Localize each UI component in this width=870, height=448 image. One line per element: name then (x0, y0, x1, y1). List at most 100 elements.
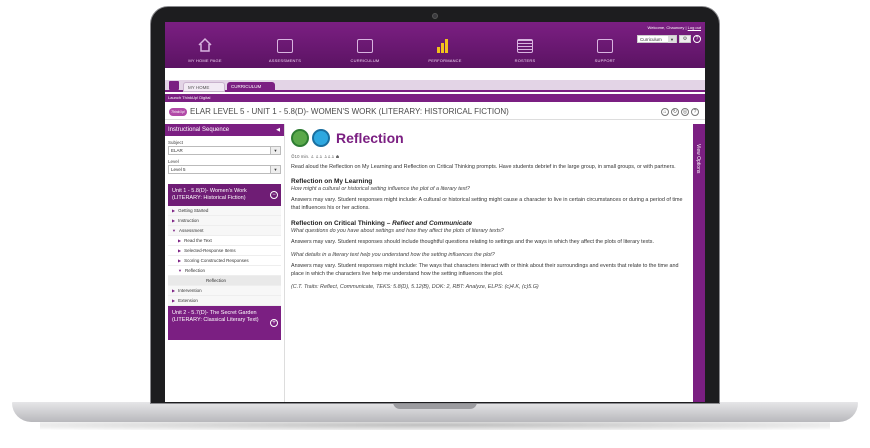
sidebar-title: Instructional Sequence (168, 127, 230, 133)
tree-item-assessment[interactable]: ▼ Assessment (168, 226, 281, 236)
module-select-value: Curriculum (640, 37, 662, 42)
brain-icon (291, 129, 309, 147)
tree-item-intervention[interactable]: ▶ Intervention (168, 286, 281, 296)
breadcrumb: ThinkUp! ELAR LEVEL 5 - UNIT 1 - 5.8(D)-… (165, 104, 705, 120)
nav-curriculum[interactable]: CURRICULUM (325, 22, 405, 68)
settings-icon[interactable]: ◎ (681, 108, 689, 116)
unit-1-label: Unit 1 - 5.8(D)- Women's Work (LITERARY:… (172, 188, 247, 201)
tab-my-home-page[interactable]: MY HOME PAGE (183, 82, 225, 100)
welcome-text: Welcome, Chauncey | Log out (631, 25, 701, 30)
collapse-icon[interactable]: ◀ (276, 124, 280, 136)
tree-item-label: Intervention (178, 288, 202, 293)
lesson-intro: Read aloud the Reflection on My Learning… (291, 164, 676, 170)
nav-controls: Curriculum ▼ ⚙ ? (631, 35, 701, 43)
caret-right-icon: ▶ (172, 288, 176, 293)
nav-label: PERFORMANCE (428, 58, 462, 63)
view-options-label: View Options (695, 144, 701, 174)
help-icon[interactable]: ? (691, 108, 699, 116)
tree-item-label: Getting Started (178, 208, 209, 213)
book-icon (357, 39, 373, 53)
tab-curriculum[interactable]: CURRICULUM (227, 82, 275, 92)
bar-chart-icon (437, 39, 453, 53)
home-icon[interactable]: ⌂ (661, 108, 669, 116)
expand-icon[interactable]: + (270, 319, 278, 327)
level-value: Level 5 (171, 167, 186, 172)
module-select[interactable]: Curriculum ▼ (637, 35, 677, 43)
lesson-title: Reflection (336, 130, 404, 146)
section-heading: Reflection on Critical Thinking – Reflec… (291, 220, 683, 227)
subject-value: ELAR (171, 148, 183, 153)
assessment-icon (277, 39, 293, 53)
prompt-answer: Answers may vary. Student responses migh… (291, 262, 679, 278)
laptop-mockup: MY HOME PAGE ASSESSMENTS CURRICULUM PERF… (0, 0, 870, 448)
tree-item-instruction[interactable]: ▶ Instruction (168, 216, 281, 226)
tree-item-scoring[interactable]: ▶ Scoring Constructed Responses (168, 256, 281, 266)
nav-performance[interactable]: PERFORMANCE (405, 22, 485, 68)
tree-item-label: Reflection (184, 268, 205, 273)
nav-my-home-page[interactable]: MY HOME PAGE (165, 22, 245, 68)
sidebar-header: Instructional Sequence ◀ (165, 124, 284, 136)
caret-right-icon: ▶ (178, 258, 182, 263)
tree-item-label: Extension (178, 298, 198, 303)
view-options-rail[interactable]: View Options (693, 124, 705, 402)
caret-down-icon: ▼ (178, 268, 182, 273)
heading-prefix: Reflection on Critical Thinking – (291, 219, 393, 227)
welcome-label: Welcome, Chauncey | (647, 25, 687, 30)
caret-down-icon: ▼ (172, 228, 176, 233)
section-heading: Reflection on My Learning (291, 178, 373, 186)
unit-2-header[interactable]: Unit 2 - 5.7(D)- The Secret Garden (LITE… (168, 306, 281, 340)
page-title: ELAR LEVEL 5 - UNIT 1 - 5.8(D)- WOMEN'S … (190, 107, 509, 116)
nav-label: MY HOME PAGE (188, 58, 222, 63)
tree-item-selected-response[interactable]: ▶ Selected-Response Items (168, 246, 281, 256)
lesson-content: Reflection ⏱10 min. ♙ ♙♙ ♙♙♙ ☗ Read alou… (291, 126, 683, 402)
tree-item-read-the-text[interactable]: ▶ Read the Text (168, 236, 281, 246)
nav-label: ASSESSMENTS (268, 58, 302, 63)
home-tab-icon[interactable] (169, 81, 179, 90)
tree-item-reflection-group[interactable]: ▼ Reflection (168, 266, 281, 276)
tree-item-getting-started[interactable]: ▶ Getting Started (168, 206, 281, 216)
crumb-actions: ⌂ ↻ ◎ ? (661, 108, 699, 116)
tree-item-label: Assessment (178, 228, 204, 233)
tree-item-label: Read the Text (184, 238, 212, 243)
unit-2-label: Unit 2 - 5.7(D)- The Secret Garden (LITE… (172, 310, 259, 323)
gear-icon[interactable]: ⚙ (679, 35, 691, 43)
chevron-down-icon: ▼ (270, 147, 280, 154)
nav-label: SUPPORT (594, 58, 616, 63)
tree-item-extension[interactable]: ▶ Extension (168, 296, 281, 306)
tree-item-label: Instruction (178, 218, 199, 223)
chevron-down-icon: ▼ (668, 36, 676, 43)
roster-icon (517, 39, 533, 53)
camera-icon (432, 13, 438, 19)
caret-right-icon: ▶ (172, 218, 176, 223)
top-nav: MY HOME PAGE ASSESSMENTS CURRICULUM PERF… (165, 22, 705, 68)
level-select[interactable]: Level 5 ▼ (168, 165, 281, 174)
subject-select[interactable]: ELAR ▼ (168, 146, 281, 155)
prompt-answer: Answers may vary. Student responses shou… (291, 238, 654, 245)
prompt-answer: Answers may vary. Student responses migh… (291, 197, 683, 212)
prompt-question: What questions do you have about setting… (291, 227, 504, 234)
launch-link[interactable]: Launch ThinkUp! Digital (165, 94, 705, 102)
help-icon[interactable]: ? (693, 35, 701, 43)
tree-item-label: Selected-Response Items (184, 248, 236, 253)
nav-assessments[interactable]: ASSESSMENTS (245, 22, 325, 68)
sub-bar: Launch ThinkUp! Digital (165, 94, 705, 102)
tree-item-reflection-selected[interactable]: Reflection (168, 276, 281, 286)
collapse-icon[interactable]: − (270, 191, 278, 199)
speech-bubble-icon (312, 129, 330, 147)
house-icon (198, 37, 212, 52)
caret-right-icon: ▶ (172, 208, 176, 213)
prompt-question: How might a cultural or historical setti… (291, 186, 470, 193)
nav-rosters[interactable]: ROSTERS (485, 22, 565, 68)
nav-label: ROSTERS (514, 58, 536, 63)
subject-label: Subject (168, 140, 184, 145)
nav-label: CURRICULUM (350, 58, 380, 63)
caret-right-icon: ▶ (178, 238, 182, 243)
refresh-icon[interactable]: ↻ (671, 108, 679, 116)
unit-1-header[interactable]: Unit 1 - 5.8(D)- Women's Work (LITERARY:… (168, 184, 281, 206)
caret-right-icon: ▶ (178, 248, 182, 253)
logout-link[interactable]: Log out (688, 25, 701, 30)
lesson-header: Reflection (291, 126, 683, 150)
unit-tree: ▶ Getting Started ▶ Instruction ▼ Assessmen… (168, 206, 281, 306)
instructional-sequence-panel: Instructional Sequence ◀ Subject ELAR ▼ Le… (165, 124, 285, 402)
tree-item-label: Scoring Constructed Responses (184, 258, 249, 263)
